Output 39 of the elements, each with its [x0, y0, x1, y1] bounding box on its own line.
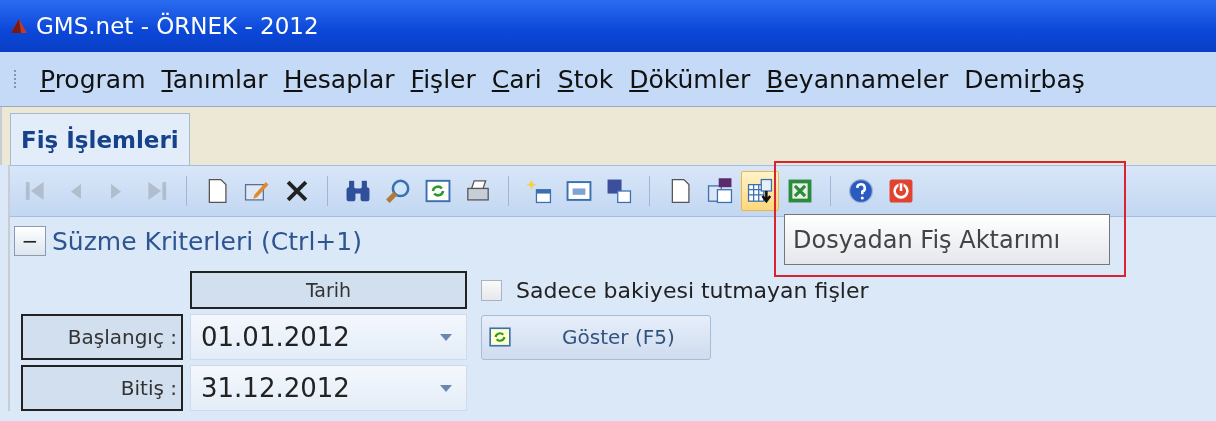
dropdown-arrow-icon [440, 333, 452, 341]
field-label: Bitiş : [21, 365, 183, 411]
new-table-icon [525, 177, 553, 205]
window-title: GMS.net - ÖRNEK - 2012 [36, 13, 319, 39]
menu-item[interactable]: Stok [549, 64, 622, 94]
menu-item[interactable]: Cari [483, 64, 550, 94]
refresh-icon [488, 325, 512, 349]
date-field[interactable]: 01.01.2012 [190, 314, 467, 360]
section-title: Süzme Kriterleri (Ctrl+1) [52, 226, 362, 256]
spreadsheet-icon [786, 177, 814, 205]
menu-item[interactable]: Fişler [402, 64, 484, 94]
checkbox[interactable] [481, 279, 502, 301]
table-import-icon [746, 177, 774, 205]
previous-icon [71, 183, 81, 199]
menu-item[interactable]: Hesaplar [275, 64, 403, 94]
menu-item[interactable]: Tanımlar [153, 64, 276, 94]
tab[interactable]: Fiş İşlemleri [10, 113, 190, 165]
grip-icon [12, 68, 18, 90]
menu-item[interactable]: Beyannameler [758, 64, 957, 94]
save-icon [605, 177, 633, 205]
collapse-button[interactable]: − [14, 226, 46, 256]
column-header: Tarih [190, 271, 467, 309]
date-field[interactable]: 31.12.2012 [190, 365, 467, 411]
dropdown-arrow-icon [440, 384, 452, 392]
field-label: Başlangıç : [21, 314, 183, 360]
copy-icon [706, 177, 734, 205]
toolbar-button[interactable] [741, 171, 779, 211]
refresh-icon [424, 177, 452, 205]
tooltip: Dosyadan Fiş Aktarımı [784, 214, 1110, 265]
search-icon [384, 177, 412, 205]
app-logo-icon [10, 18, 28, 34]
show-button[interactable]: Göster (F5) [481, 314, 711, 360]
help-icon [847, 177, 875, 205]
menu-item[interactable]: Dökümler [621, 64, 759, 94]
menu-item[interactable]: Program [32, 64, 154, 94]
next-icon [111, 183, 121, 199]
power-icon [887, 177, 915, 205]
menu-item[interactable]: Demirbaş [956, 64, 1093, 94]
checkbox-label: Sadece bakiyesi tutmayan fişler [516, 277, 869, 303]
